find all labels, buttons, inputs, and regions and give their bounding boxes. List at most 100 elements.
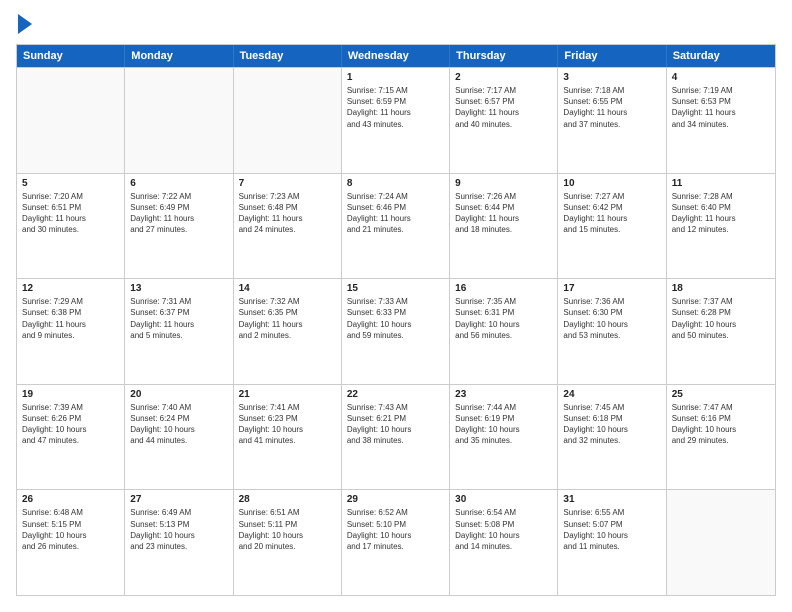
day-content: Sunrise: 7:27 AM Sunset: 6:42 PM Dayligh… xyxy=(563,191,660,236)
day-header-wednesday: Wednesday xyxy=(342,45,450,67)
day-cell-25: 25 Sunrise: 7:47 AM Sunset: 6:16 PM Dayli… xyxy=(667,385,775,490)
day-content: Sunrise: 6:55 AM Sunset: 5:07 PM Dayligh… xyxy=(563,507,660,552)
day-number: 27 xyxy=(130,494,227,505)
calendar-week-5: 26Sunrise: 6:48 AM Sunset: 5:15 PM Dayli… xyxy=(17,489,775,595)
day-content: Sunrise: 6:52 AM Sunset: 5:10 PM Dayligh… xyxy=(347,507,444,552)
day-number: 7 xyxy=(239,178,336,189)
day-cell-6: 6Sunrise: 7:22 AM Sunset: 6:49 PM Daylig… xyxy=(125,174,233,279)
day-header-saturday: Saturday xyxy=(667,45,775,67)
day-cell-8: 8 Sunrise: 7:24 AM Sunset: 6:46 PM Daylig… xyxy=(342,174,450,279)
day-cell-26: 26Sunrise: 6:48 AM Sunset: 5:15 PM Dayli… xyxy=(17,490,125,595)
day-cell-12: 12 Sunrise: 7:29 AM Sunset: 6:38 PM Dayli… xyxy=(17,279,125,384)
day-content: Sunrise: 7:15 AM Sunset: 6:59 PM Dayligh… xyxy=(347,85,444,130)
day-header-friday: Friday xyxy=(558,45,666,67)
day-content: Sunrise: 7:39 AM Sunset: 6:26 PM Dayligh… xyxy=(22,402,119,447)
day-cell-3: 3 Sunrise: 7:18 AM Sunset: 6:55 PM Daylig… xyxy=(558,68,666,173)
day-number: 19 xyxy=(22,389,119,400)
day-cell-19: 19 Sunrise: 7:39 AM Sunset: 6:26 PM Dayli… xyxy=(17,385,125,490)
day-number: 26 xyxy=(22,494,119,505)
day-cell-13: 13Sunrise: 7:31 AM Sunset: 6:37 PM Dayli… xyxy=(125,279,233,384)
day-cell-28: 28 Sunrise: 6:51 AM Sunset: 5:11 PM Dayli… xyxy=(234,490,342,595)
day-content: Sunrise: 7:43 AM Sunset: 6:21 PM Dayligh… xyxy=(347,402,444,447)
day-cell-21: 21 Sunrise: 7:41 AM Sunset: 6:23 PM Dayli… xyxy=(234,385,342,490)
logo-arrow-icon xyxy=(18,14,32,34)
day-cell-27: 27 Sunrise: 6:49 AM Sunset: 5:13 PM Dayli… xyxy=(125,490,233,595)
day-number: 10 xyxy=(563,178,660,189)
day-content: Sunrise: 7:28 AM Sunset: 6:40 PM Dayligh… xyxy=(672,191,770,236)
day-number: 24 xyxy=(563,389,660,400)
day-number: 23 xyxy=(455,389,552,400)
day-header-tuesday: Tuesday xyxy=(234,45,342,67)
empty-cell xyxy=(667,490,775,595)
day-content: Sunrise: 7:33 AM Sunset: 6:33 PM Dayligh… xyxy=(347,296,444,341)
calendar-week-4: 19 Sunrise: 7:39 AM Sunset: 6:26 PM Dayli… xyxy=(17,384,775,490)
day-cell-18: 18 Sunrise: 7:37 AM Sunset: 6:28 PM Dayli… xyxy=(667,279,775,384)
day-cell-7: 7 Sunrise: 7:23 AM Sunset: 6:48 PM Daylig… xyxy=(234,174,342,279)
day-number: 29 xyxy=(347,494,444,505)
day-content: Sunrise: 7:37 AM Sunset: 6:28 PM Dayligh… xyxy=(672,296,770,341)
day-content: Sunrise: 7:23 AM Sunset: 6:48 PM Dayligh… xyxy=(239,191,336,236)
day-number: 17 xyxy=(563,283,660,294)
day-content: Sunrise: 7:36 AM Sunset: 6:30 PM Dayligh… xyxy=(563,296,660,341)
day-number: 20 xyxy=(130,389,227,400)
day-content: Sunrise: 6:49 AM Sunset: 5:13 PM Dayligh… xyxy=(130,507,227,552)
day-content: Sunrise: 6:51 AM Sunset: 5:11 PM Dayligh… xyxy=(239,507,336,552)
day-cell-31: 31Sunrise: 6:55 AM Sunset: 5:07 PM Dayli… xyxy=(558,490,666,595)
day-cell-22: 22 Sunrise: 7:43 AM Sunset: 6:21 PM Dayli… xyxy=(342,385,450,490)
day-number: 4 xyxy=(672,72,770,83)
day-number: 12 xyxy=(22,283,119,294)
day-content: Sunrise: 7:19 AM Sunset: 6:53 PM Dayligh… xyxy=(672,85,770,130)
day-content: Sunrise: 7:20 AM Sunset: 6:51 PM Dayligh… xyxy=(22,191,119,236)
day-cell-5: 5Sunrise: 7:20 AM Sunset: 6:51 PM Daylig… xyxy=(17,174,125,279)
day-cell-16: 16 Sunrise: 7:35 AM Sunset: 6:31 PM Dayli… xyxy=(450,279,558,384)
day-content: Sunrise: 7:18 AM Sunset: 6:55 PM Dayligh… xyxy=(563,85,660,130)
day-content: Sunrise: 7:35 AM Sunset: 6:31 PM Dayligh… xyxy=(455,296,552,341)
day-cell-14: 14 Sunrise: 7:32 AM Sunset: 6:35 PM Dayli… xyxy=(234,279,342,384)
day-cell-30: 30 Sunrise: 6:54 AM Sunset: 5:08 PM Dayli… xyxy=(450,490,558,595)
day-content: Sunrise: 7:47 AM Sunset: 6:16 PM Dayligh… xyxy=(672,402,770,447)
day-number: 9 xyxy=(455,178,552,189)
calendar: SundayMondayTuesdayWednesdayThursdayFrid… xyxy=(16,44,776,596)
day-number: 25 xyxy=(672,389,770,400)
day-number: 3 xyxy=(563,72,660,83)
calendar-week-3: 12 Sunrise: 7:29 AM Sunset: 6:38 PM Dayli… xyxy=(17,278,775,384)
day-cell-23: 23 Sunrise: 7:44 AM Sunset: 6:19 PM Dayli… xyxy=(450,385,558,490)
day-number: 11 xyxy=(672,178,770,189)
logo xyxy=(16,16,32,34)
day-content: Sunrise: 7:26 AM Sunset: 6:44 PM Dayligh… xyxy=(455,191,552,236)
day-cell-1: 1 Sunrise: 7:15 AM Sunset: 6:59 PM Daylig… xyxy=(342,68,450,173)
day-cell-29: 29 Sunrise: 6:52 AM Sunset: 5:10 PM Dayli… xyxy=(342,490,450,595)
day-content: Sunrise: 7:40 AM Sunset: 6:24 PM Dayligh… xyxy=(130,402,227,447)
day-content: Sunrise: 7:32 AM Sunset: 6:35 PM Dayligh… xyxy=(239,296,336,341)
empty-cell xyxy=(17,68,125,173)
day-number: 15 xyxy=(347,283,444,294)
day-cell-4: 4 Sunrise: 7:19 AM Sunset: 6:53 PM Daylig… xyxy=(667,68,775,173)
calendar-header-row: SundayMondayTuesdayWednesdayThursdayFrid… xyxy=(17,45,775,67)
day-header-monday: Monday xyxy=(125,45,233,67)
day-cell-9: 9 Sunrise: 7:26 AM Sunset: 6:44 PM Daylig… xyxy=(450,174,558,279)
calendar-body: 1 Sunrise: 7:15 AM Sunset: 6:59 PM Daylig… xyxy=(17,67,775,595)
day-number: 2 xyxy=(455,72,552,83)
day-content: Sunrise: 7:29 AM Sunset: 6:38 PM Dayligh… xyxy=(22,296,119,341)
day-number: 22 xyxy=(347,389,444,400)
day-number: 8 xyxy=(347,178,444,189)
page-header xyxy=(16,16,776,34)
day-number: 28 xyxy=(239,494,336,505)
day-number: 18 xyxy=(672,283,770,294)
day-number: 16 xyxy=(455,283,552,294)
day-number: 30 xyxy=(455,494,552,505)
day-content: Sunrise: 7:41 AM Sunset: 6:23 PM Dayligh… xyxy=(239,402,336,447)
day-number: 13 xyxy=(130,283,227,294)
calendar-week-2: 5Sunrise: 7:20 AM Sunset: 6:51 PM Daylig… xyxy=(17,173,775,279)
day-content: Sunrise: 7:24 AM Sunset: 6:46 PM Dayligh… xyxy=(347,191,444,236)
day-number: 21 xyxy=(239,389,336,400)
day-content: Sunrise: 6:54 AM Sunset: 5:08 PM Dayligh… xyxy=(455,507,552,552)
day-number: 1 xyxy=(347,72,444,83)
day-cell-10: 10 Sunrise: 7:27 AM Sunset: 6:42 PM Dayli… xyxy=(558,174,666,279)
empty-cell xyxy=(234,68,342,173)
day-content: Sunrise: 7:44 AM Sunset: 6:19 PM Dayligh… xyxy=(455,402,552,447)
empty-cell xyxy=(125,68,233,173)
day-number: 14 xyxy=(239,283,336,294)
day-header-sunday: Sunday xyxy=(17,45,125,67)
day-header-thursday: Thursday xyxy=(450,45,558,67)
